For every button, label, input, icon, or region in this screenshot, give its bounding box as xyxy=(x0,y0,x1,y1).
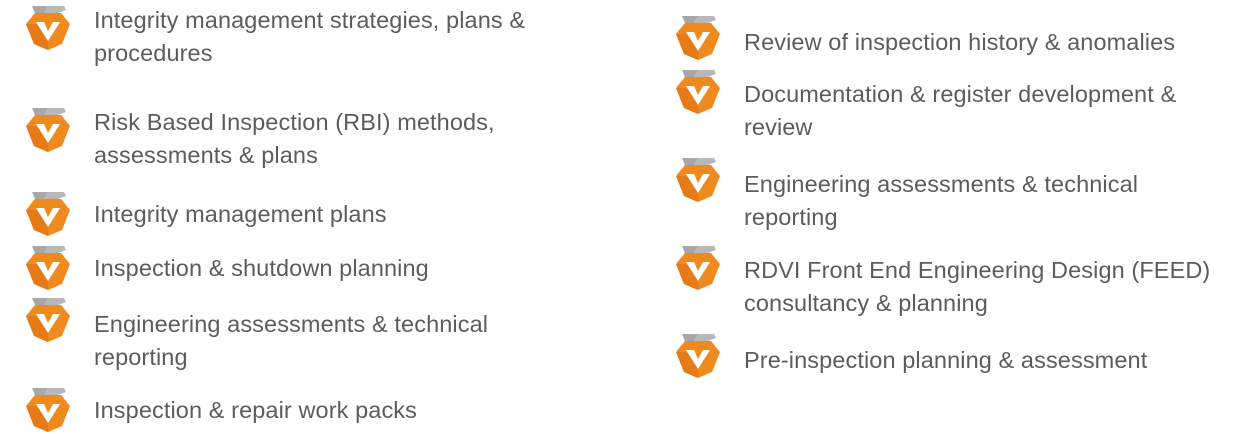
chevron-logo-icon xyxy=(672,244,724,292)
chevron-logo-icon xyxy=(22,106,74,154)
list-item-label: Engineering assessments & technical repo… xyxy=(744,171,1139,230)
list-item: Integrity management plans xyxy=(22,190,387,238)
list-item-label: Documentation & register development & r… xyxy=(744,81,1177,140)
list-item-label: Integrity management plans xyxy=(94,201,387,227)
list-item-label: Inspection & repair work packs xyxy=(94,397,418,423)
list-item: Review of inspection history & anomalies xyxy=(672,14,1175,62)
chevron-logo-icon xyxy=(22,386,74,434)
chevron-logo-icon xyxy=(672,14,724,62)
list-item: Pre-inspection planning & assessment xyxy=(672,332,1147,380)
list-item: Engineering assessments & technical repo… xyxy=(22,296,554,374)
list-item-label: Inspection & shutdown planning xyxy=(94,255,429,281)
chevron-logo-icon xyxy=(22,190,74,238)
chevron-logo-icon xyxy=(672,68,724,116)
list-item-label: Pre-inspection planning & assessment xyxy=(744,347,1148,373)
chevron-logo-icon xyxy=(672,156,724,204)
list-item-label: Risk Based Inspection (RBI) methods, ass… xyxy=(94,109,495,168)
list-item-label: Review of inspection history & anomalies xyxy=(744,29,1176,55)
list-item: Engineering assessments & technical repo… xyxy=(672,156,1214,234)
chevron-logo-icon xyxy=(672,332,724,380)
list-item: Integrity management strategies, plans &… xyxy=(22,4,594,70)
list-item: Inspection & repair work packs xyxy=(22,386,417,434)
list-item: Inspection & shutdown planning xyxy=(22,244,429,292)
list-item-label: RDVI Front End Engineering Design (FEED)… xyxy=(744,257,1211,316)
list-item: RDVI Front End Engineering Design (FEED)… xyxy=(672,244,1244,320)
chevron-logo-icon xyxy=(22,4,74,52)
list-item-label: Engineering assessments & technical repo… xyxy=(94,311,489,370)
list-item: Risk Based Inspection (RBI) methods, ass… xyxy=(22,106,564,172)
list-item-label: Integrity management strategies, plans &… xyxy=(94,7,526,66)
list-item: Documentation & register development & r… xyxy=(672,68,1244,144)
chevron-logo-icon xyxy=(22,296,74,344)
chevron-logo-icon xyxy=(22,244,74,292)
